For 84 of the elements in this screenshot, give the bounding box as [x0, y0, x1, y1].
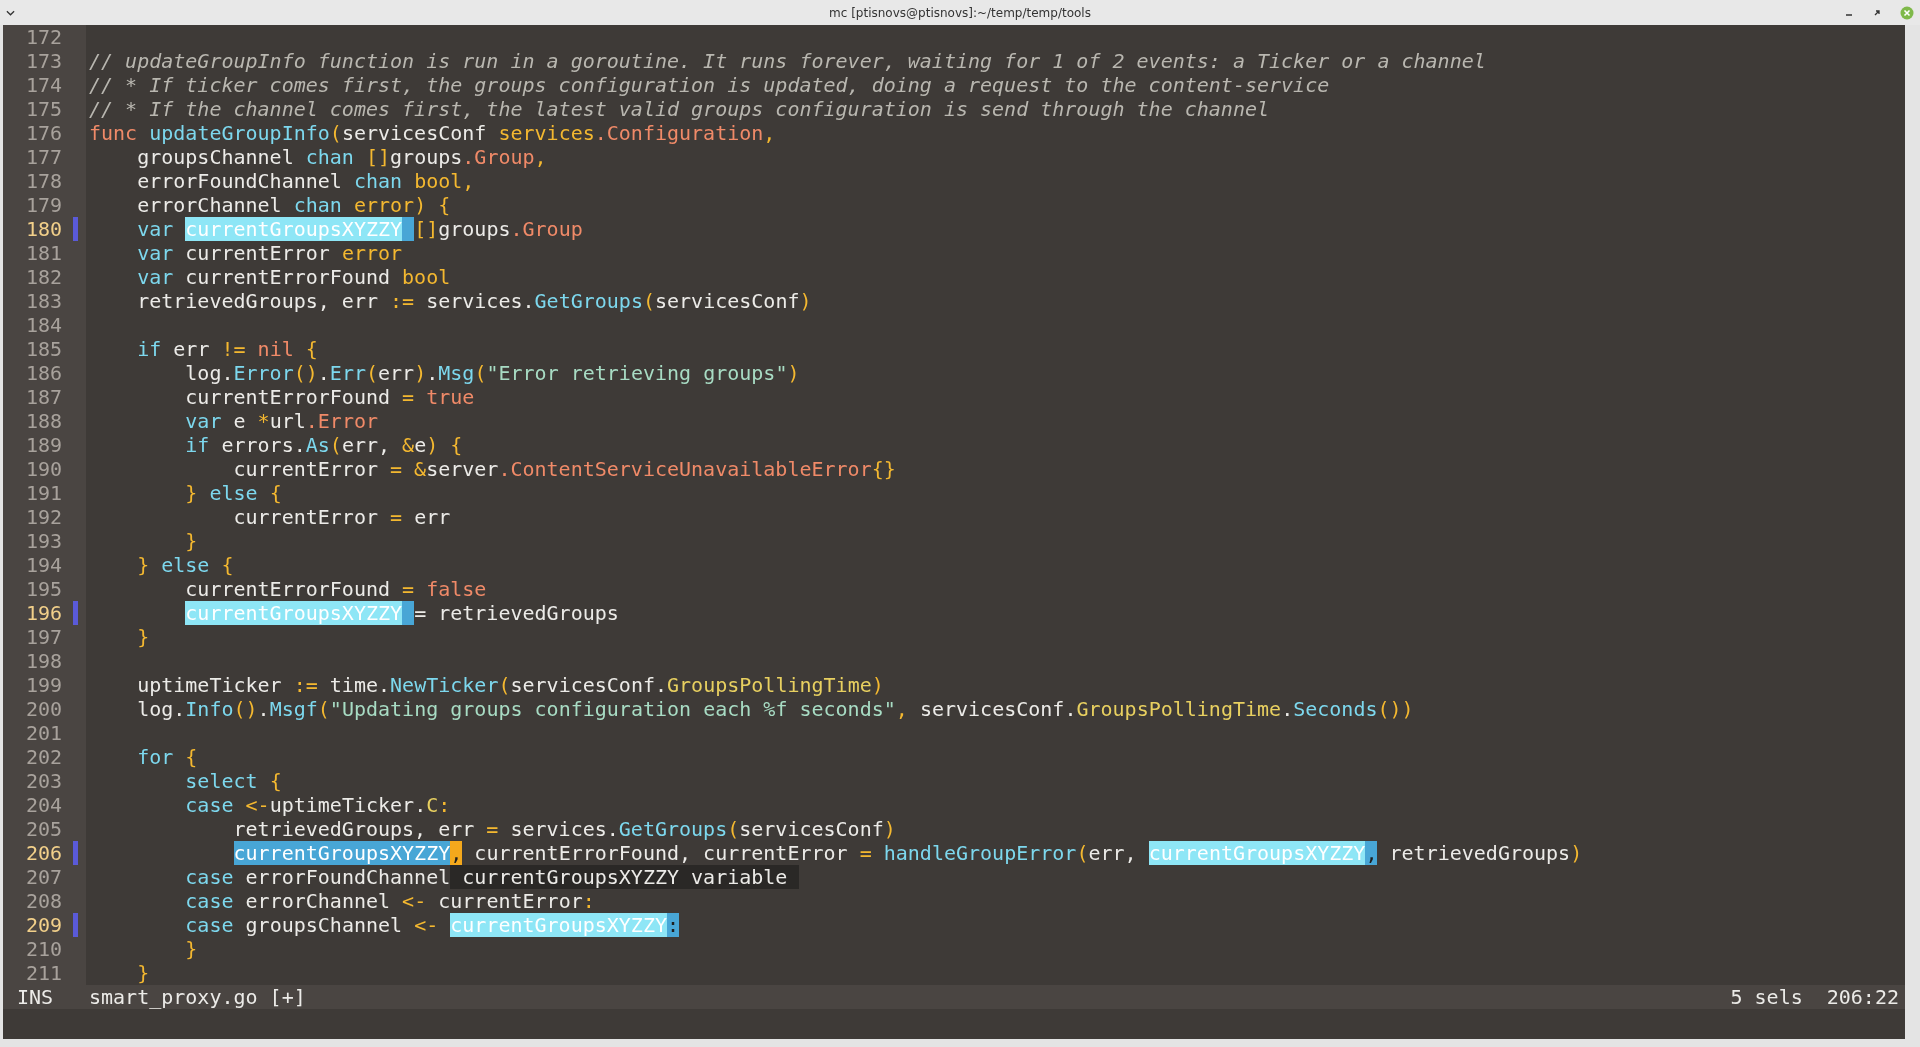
line-number: 211: [24, 961, 62, 985]
line-number: 204: [24, 793, 62, 817]
window-title: mc [ptisnovs@ptisnovs]:~/temp/temp/tools: [828, 5, 1092, 20]
code-line: currentError = err: [232, 505, 451, 529]
line-number: 186: [24, 361, 62, 385]
line-number: 173: [24, 49, 62, 73]
line-number: 180: [24, 217, 62, 241]
code-line: case <-uptimeTicker.C:: [184, 793, 451, 817]
selection-count: 5 sels: [1730, 985, 1803, 1009]
code-line: var currentErrorFound bool: [136, 265, 451, 289]
line-number: 177: [24, 145, 62, 169]
code-line: }: [184, 529, 198, 553]
line-number: 185: [24, 337, 62, 361]
code-comment: // * If the channel comes first, the latest valid groups configuration is send through the channel: [89, 97, 1270, 121]
line-number: 209: [24, 913, 62, 937]
line-number: 199: [24, 673, 62, 697]
code-line: }: [184, 937, 198, 961]
code-line: retrievedGroups, err = services.GetGroups(servicesConf): [232, 817, 896, 841]
code-line: if errors.As(err, &e) {: [184, 433, 463, 457]
code-comment: // * If ticker comes first, the groups configuration is updated, doing a request to the content-service: [89, 73, 1330, 97]
code-line: log.Error().Err(err).Msg("Error retrieving groups"): [184, 361, 800, 385]
file-name: smart_proxy.go [+]: [89, 985, 307, 1009]
line-number: 207: [24, 865, 62, 889]
line-number: 196: [24, 601, 62, 625]
code-line: var currentGroupsXYZZY []groups.Group: [136, 217, 583, 241]
cursor-position: 206:22: [1826, 985, 1899, 1009]
line-number: 188: [24, 409, 62, 433]
line-number: 194: [24, 553, 62, 577]
line-number: 202: [24, 745, 62, 769]
info-tooltip: currentGroupsXYZZY variable: [450, 865, 800, 889]
code-line: errorChannel chan error) {: [136, 193, 451, 217]
code-line: }: [136, 625, 150, 649]
code-line: groupsChannel chan []groups.Group,: [136, 145, 547, 169]
code-line: } else {: [184, 481, 282, 505]
line-number: 201: [24, 721, 62, 745]
code-line: } else {: [136, 553, 234, 577]
code-line: currentError = &server.ContentServiceUnavailableError{}: [232, 457, 896, 481]
line-number: 192: [24, 505, 62, 529]
line-number: 193: [24, 529, 62, 553]
maximize-icon[interactable]: [1872, 7, 1882, 18]
line-number: 183: [24, 289, 62, 313]
line-number: 200: [24, 697, 62, 721]
line-number: 195: [24, 577, 62, 601]
line-number: 197: [24, 625, 62, 649]
code-line: case groupsChannel <- currentGroupsXYZZY:: [184, 913, 680, 937]
code-line: errorFoundChannel chan bool,: [136, 169, 475, 193]
code-line: currentGroupsXYZZY, currentErrorFound, currentError = handleGroupError(err, currentGroupsXYZZY, retrievedGroups): [232, 841, 1583, 865]
line-number: 181: [24, 241, 62, 265]
line-number: 205: [24, 817, 62, 841]
code-line: currentErrorFound = true: [184, 385, 475, 409]
line-number: 175: [24, 97, 62, 121]
line-number: 174: [24, 73, 62, 97]
code-comment: // updateGroupInfo function is run in a goroutine. It runs forever, waiting for 1 of 2 events: a Ticker or a channel: [89, 49, 1486, 73]
line-number: 182: [24, 265, 62, 289]
code-line: }: [136, 961, 150, 985]
line-number: 176: [24, 121, 62, 145]
line-number: 189: [24, 433, 62, 457]
code-line: case errorChannel <- currentError:: [184, 889, 595, 913]
code-line: func updateGroupInfo(servicesConf services.Configuration,: [89, 121, 776, 145]
line-number: 184: [24, 313, 62, 337]
code-line: var currentError error: [136, 241, 403, 265]
line-number: 208: [24, 889, 62, 913]
code-line: uptimeTicker := time.NewTicker(servicesConf.GroupsPollingTime): [136, 673, 884, 697]
code-line: case errorFoundChannel: [184, 865, 451, 889]
line-number: 198: [24, 649, 62, 673]
line-number: 206: [24, 841, 62, 865]
code-line: log.Info().Msgf("Updating groups configuration each %f seconds", servicesConf.GroupsPollingTime.Seconds()): [136, 697, 1414, 721]
line-number: 191: [24, 481, 62, 505]
code-line: select {: [184, 769, 282, 793]
caret-down-icon[interactable]: [6, 9, 15, 16]
line-number: 179: [24, 193, 62, 217]
editor-mode: INS: [17, 985, 55, 1009]
code-line: currentErrorFound = false: [184, 577, 487, 601]
line-number: 187: [24, 385, 62, 409]
line-number: 178: [24, 169, 62, 193]
code-line: for {: [136, 745, 198, 769]
code-line: var e *url.Error: [184, 409, 378, 433]
line-number: 172: [24, 25, 62, 49]
code-line: if err != nil {: [136, 337, 318, 361]
line-number: 203: [24, 769, 62, 793]
line-number: 210: [24, 937, 62, 961]
code-line: currentGroupsXYZZY = retrievedGroups: [184, 601, 619, 625]
line-number: 190: [24, 457, 62, 481]
code-line: retrievedGroups, err := services.GetGroups(servicesConf): [136, 289, 812, 313]
